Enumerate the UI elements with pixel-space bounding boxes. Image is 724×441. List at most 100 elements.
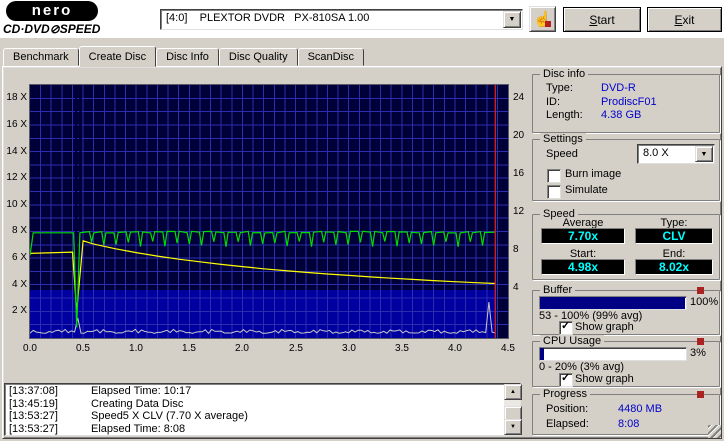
exit-button[interactable]: Exit [647, 7, 722, 32]
position-label: Position: [546, 403, 589, 415]
record-indicator-icon [697, 338, 704, 345]
info-label: ID: [546, 95, 561, 108]
x-axis-tick-label: 4.0 [448, 343, 462, 354]
chart-gap [75, 85, 78, 253]
y-axis-left-tick-label: 8 X [11, 225, 27, 236]
speed-select-dropdown-button[interactable]: ▼ [695, 146, 713, 162]
cpu-progressbar [539, 347, 687, 361]
scroll-up-button[interactable]: ▲ [504, 384, 522, 400]
speed-select-value: 8.0 X [643, 147, 669, 159]
log-rows: [13:37:08] Elapsed Time: 10:17 [13:45:19] C… [7, 385, 503, 435]
triangle-down-icon: ▼ [510, 424, 516, 430]
log-timestamp: [13:45:19] [9, 397, 58, 410]
write-type-value: CLV [635, 228, 713, 244]
nero-logo: nero [6, 1, 98, 21]
tab-disc-info[interactable]: Disc Info [156, 48, 219, 66]
cpu-percent-label: 3% [690, 347, 706, 359]
buffer-group: Buffer 100% 53 - 100% (99% avg) Show gra… [532, 284, 720, 335]
top-toolbar: nero CD·DVD⊘SPEED [4:0] PLEXTOR DVDR PX-… [0, 0, 724, 38]
y-axis-right-tick-label: 24 [513, 92, 525, 103]
y-axis-left-tick-label: 12 X [6, 172, 27, 183]
cpu-range-text: 0 - 20% (3% avg) [539, 361, 624, 373]
triangle-up-icon: ▲ [510, 389, 516, 395]
log-timestamp: [13:53:27] [9, 423, 58, 435]
buffer-show-graph-checkbox[interactable] [559, 320, 573, 335]
log-row[interactable]: [13:37:08] Elapsed Time: 10:17 [7, 385, 503, 398]
info-label: Length: [546, 109, 583, 121]
log-message: Elapsed Time: 8:08 [91, 423, 186, 435]
progress-group: Progress Position: 4480 MB Elapsed: 8:08 [532, 388, 720, 435]
chart-canvas [30, 85, 508, 338]
progress-title: Progress [540, 388, 591, 400]
x-axis-tick-label: 1.0 [129, 343, 143, 354]
settings-group: Settings Speed 8.0 X ▼ Burn image Simula… [532, 133, 720, 201]
start-button[interactable]: Start [563, 7, 641, 32]
info-value: 4.38 GB [601, 109, 642, 121]
x-axis-tick-label: 3.0 [342, 343, 356, 354]
speed-chart [29, 84, 509, 339]
buffer-progressbar [539, 296, 687, 310]
average-speed-value: 7.70x [541, 228, 625, 244]
log-row[interactable]: [13:53:27] Speed5 X CLV (7.70 X average) [7, 410, 503, 423]
tab-disc-quality[interactable]: Disc Quality [218, 48, 298, 66]
tab-create-disc[interactable]: Create Disc [78, 46, 157, 67]
disc-info-title: Disc info [540, 68, 589, 80]
log-row[interactable]: [13:45:19] Creating Data Disc [7, 398, 503, 411]
chevron-down-icon: ▼ [508, 16, 516, 23]
settings-title: Settings [540, 133, 586, 145]
drive-selector-dropdown-button[interactable]: ▼ [503, 11, 521, 28]
log-timestamp: [13:53:27] [9, 410, 58, 423]
buffer-title: Buffer [540, 284, 576, 296]
y-axis-right-tick-label: 4 [513, 282, 519, 293]
eject-button[interactable]: ☝ [529, 6, 556, 32]
y-axis-right-tick-label: 8 [513, 244, 519, 255]
y-axis-left-tick-label: 14 X [6, 146, 27, 157]
burn-image-checkbox[interactable] [547, 169, 561, 183]
nero-cd-dvd-speed-window: nero CD·DVD⊘SPEED [4:0] PLEXTOR DVDR PX-… [0, 0, 724, 441]
tab-benchmark[interactable]: Benchmark [3, 48, 79, 66]
tab-bar: Benchmark Create Disc Disc Info Disc Qualit… [3, 46, 365, 67]
disc-info-row: ID: ProdiscF01 [546, 96, 713, 110]
buffer-percent-label: 100% [690, 296, 719, 308]
x-axis-tick-label: 2.5 [289, 343, 303, 354]
cpu-show-graph-checkbox[interactable] [559, 372, 573, 387]
burn-image-label: Burn image [565, 168, 622, 180]
speed-info-group: Speed Average Type: 7.70x CLV Start: End… [532, 208, 720, 280]
y-axis-left-tick-label: 10 X [6, 199, 27, 210]
x-axis-tick-label: 0.0 [23, 343, 37, 354]
cpu-usage-group: CPU Usage 3% 0 - 20% (3% avg) Show graph [532, 335, 720, 387]
x-axis-tick-label: 1.5 [182, 343, 196, 354]
chart-gap [79, 85, 82, 253]
disc-info-row: Type: DVD-R [546, 82, 713, 96]
info-value: DVD-R [601, 82, 636, 94]
scroll-down-button[interactable]: ▼ [504, 419, 522, 435]
y-axis-left-tick-label: 2 X [11, 305, 27, 316]
elapsed-value: 8:08 [618, 418, 640, 430]
log-message: Creating Data Disc [91, 397, 184, 410]
disc-info-group: Disc info Type: DVD-R ID: ProdiscF01 Length:… [532, 68, 720, 133]
y-axis-left-tick-label: 18 X [6, 92, 27, 103]
speed-select[interactable]: 8.0 X ▼ [637, 144, 715, 164]
log-row[interactable]: [13:53:27] Elapsed Time: 8:08 [7, 423, 503, 435]
speed-label: Speed [546, 148, 578, 160]
x-axis-tick-label: 2.0 [235, 343, 249, 354]
y-axis-left-tick-label: 16 X [6, 119, 27, 130]
tab-scandisc[interactable]: ScanDisc [297, 48, 365, 66]
log-message: Elapsed Time: 10:17 [91, 385, 192, 397]
log-listbox[interactable]: [13:37:08] Elapsed Time: 10:17 [13:45:19] C… [4, 383, 522, 436]
app-logo-subtitle: CD·DVD⊘SPEED [3, 22, 101, 36]
simulate-checkbox[interactable] [547, 185, 561, 199]
cpu-show-graph-label: Show graph [575, 373, 634, 385]
drive-selector[interactable]: [4:0] PLEXTOR DVDR PX-810SA 1.00 ▼ [160, 9, 523, 30]
drive-selector-value: [4:0] PLEXTOR DVDR PX-810SA 1.00 [166, 12, 370, 24]
x-axis-tick-label: 3.5 [395, 343, 409, 354]
end-speed-value: 8.02x [635, 259, 713, 275]
record-dot-icon [545, 21, 551, 27]
disc-info-rows: Type: DVD-R ID: ProdiscF01 Length: 4.38 GB [546, 82, 713, 123]
resize-grip[interactable] [708, 425, 721, 438]
buffer-progressbar-fill [540, 297, 685, 309]
cpu-usage-title: CPU Usage [540, 335, 605, 347]
log-message: Speed5 X CLV (7.70 X average) [91, 410, 248, 423]
y-axis-right-tick-label: 20 [513, 130, 525, 141]
log-scrollbar[interactable]: ▲ ▼ [504, 384, 522, 435]
